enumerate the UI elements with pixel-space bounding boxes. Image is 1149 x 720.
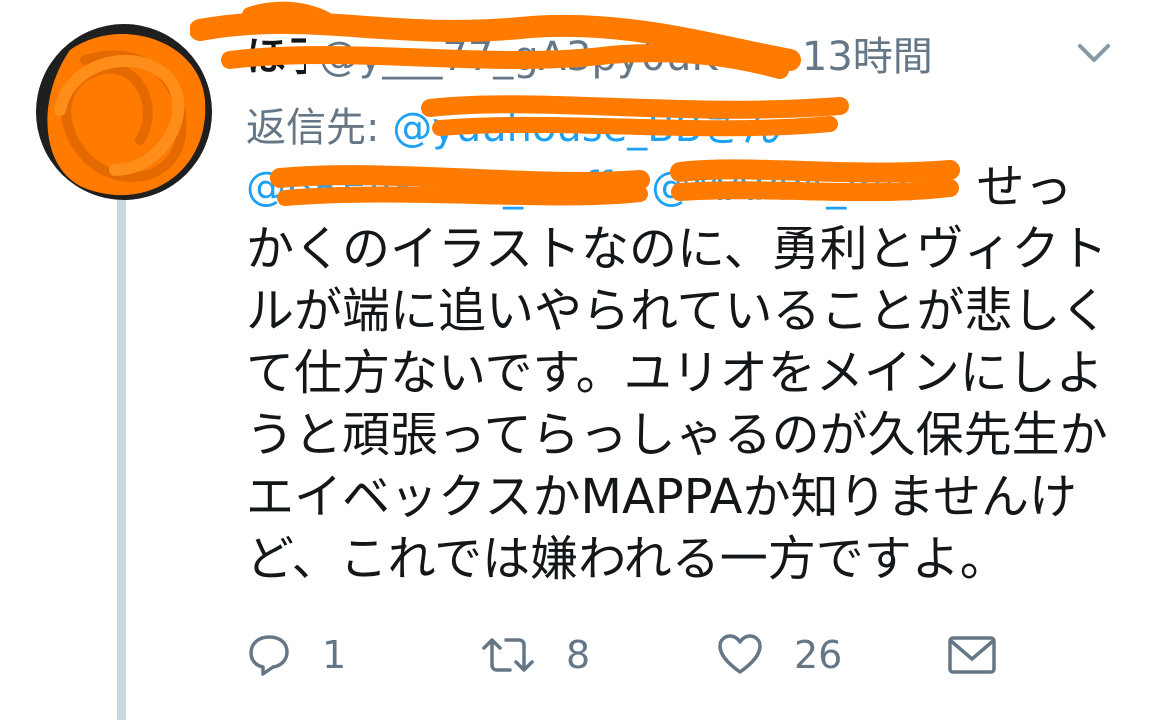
thread-connector-line — [117, 150, 126, 720]
tweet-timestamp[interactable]: 13時間 — [802, 34, 933, 80]
chevron-down-icon[interactable] — [1072, 34, 1116, 74]
retweet-icon — [482, 638, 534, 672]
reply-count: 1 — [322, 633, 347, 677]
like-button[interactable]: 26 — [716, 620, 842, 690]
tweet-text-line: ど、これでは嫌われる一方ですよ。 — [246, 531, 1008, 587]
retweet-count: 8 — [566, 633, 591, 677]
tweet-text-line: て仕方ないです。ユリオをメインにしよ — [246, 345, 1104, 401]
tweet-header: ほ子 @y___77_gA3py0uK · 13時間 — [246, 22, 1006, 92]
reply-to-mention[interactable]: @yuuhouse_BBさん — [392, 96, 802, 160]
tweet-text-line: ルが端に追いやられていることが悲しく — [246, 283, 1109, 339]
avatar[interactable] — [36, 24, 212, 200]
tweet-text-fragment: せっ — [976, 159, 1073, 215]
reply-to-label: 返信先: — [246, 105, 380, 151]
mention-link[interactable]: @MAPPA_Info — [651, 156, 961, 218]
tweet-text: @BREAKOUT_staff @MAPPA_Info せっ かくのイラストなの… — [246, 156, 1116, 590]
heart-icon — [718, 634, 762, 674]
tweet-text-line: エイベックスかMAPPAか知りませんけ — [246, 469, 1078, 525]
tweet-actions-bar: 1 8 26 — [246, 620, 1026, 690]
reply-icon — [249, 635, 289, 676]
retweet-button[interactable]: 8 — [480, 620, 590, 690]
reply-to-line: 返信先: @yuuhouse_BBさん — [246, 96, 802, 160]
direct-message-button[interactable] — [946, 620, 998, 690]
like-count: 26 — [794, 633, 843, 677]
author-name[interactable]: ほ子 — [246, 22, 306, 92]
tweet-text-line: うと頑張ってらっしゃるのが久保先生か — [246, 407, 1108, 463]
author-handle[interactable]: @y___77_gA3py0uK — [319, 22, 764, 92]
reply-button[interactable]: 1 — [246, 620, 346, 690]
tweet-text-line: @BREAKOUT_staff @MAPPA_Info せっ — [246, 156, 1116, 218]
tweet-text-line: かくのイラストなのに、勇利とヴィクト — [246, 221, 1108, 277]
mention-link[interactable]: @BREAKOUT_staff — [246, 156, 636, 218]
header-separator: · — [776, 34, 790, 80]
avatar-redaction-scribble — [47, 34, 206, 196]
envelope-icon — [948, 636, 996, 674]
